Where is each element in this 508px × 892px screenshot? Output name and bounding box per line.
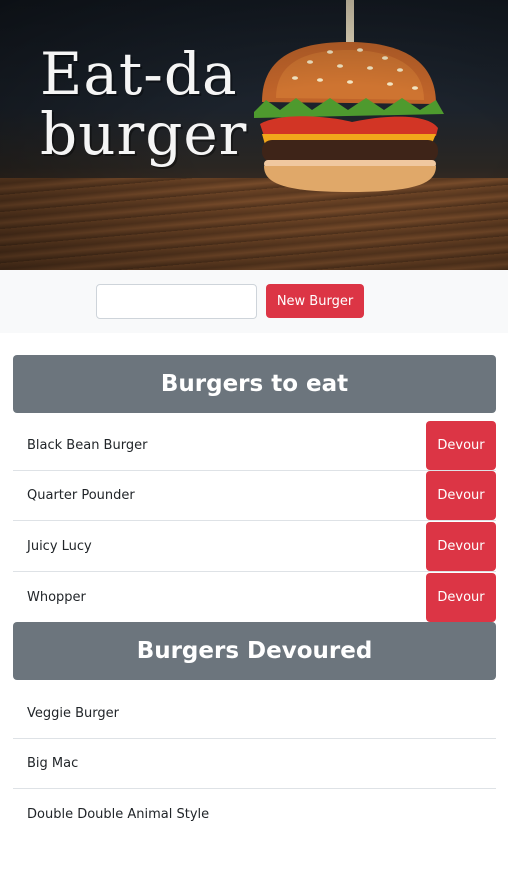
page-title: Eat-da burger <box>40 44 270 164</box>
title-line: burger <box>40 100 248 168</box>
devour-button[interactable]: Devour <box>426 573 496 622</box>
devour-button[interactable]: Devour <box>426 421 496 470</box>
burger-name: Veggie Burger <box>27 706 119 721</box>
burger-name: Juicy Lucy <box>27 539 92 554</box>
list-item: Double Double Animal Style <box>13 790 496 840</box>
burger-name: Big Mac <box>27 756 79 771</box>
burger-name: Whopper <box>27 590 86 605</box>
burger-name-input[interactable] <box>96 284 257 319</box>
devour-button[interactable]: Devour <box>426 522 496 571</box>
list-item: Black Bean Burger Devour <box>13 421 496 471</box>
list-item: Veggie Burger <box>13 689 496 739</box>
list-item: Big Mac <box>13 739 496 789</box>
to-eat-heading: Burgers to eat <box>13 355 496 413</box>
burger-name: Double Double Animal Style <box>27 807 210 822</box>
devoured-heading: Burgers Devoured <box>13 622 496 680</box>
burger-name: Black Bean Burger <box>27 438 148 453</box>
new-burger-button[interactable]: New Burger <box>266 284 364 318</box>
list-item: Juicy Lucy Devour <box>13 522 496 572</box>
list-item: Whopper Devour <box>13 573 496 623</box>
hero-banner: Eat-da burger <box>0 0 508 270</box>
burger-name: Quarter Pounder <box>27 488 135 503</box>
devour-button[interactable]: Devour <box>426 471 496 520</box>
list-item: Quarter Pounder Devour <box>13 471 496 521</box>
title-line: Eat-da <box>40 40 238 108</box>
